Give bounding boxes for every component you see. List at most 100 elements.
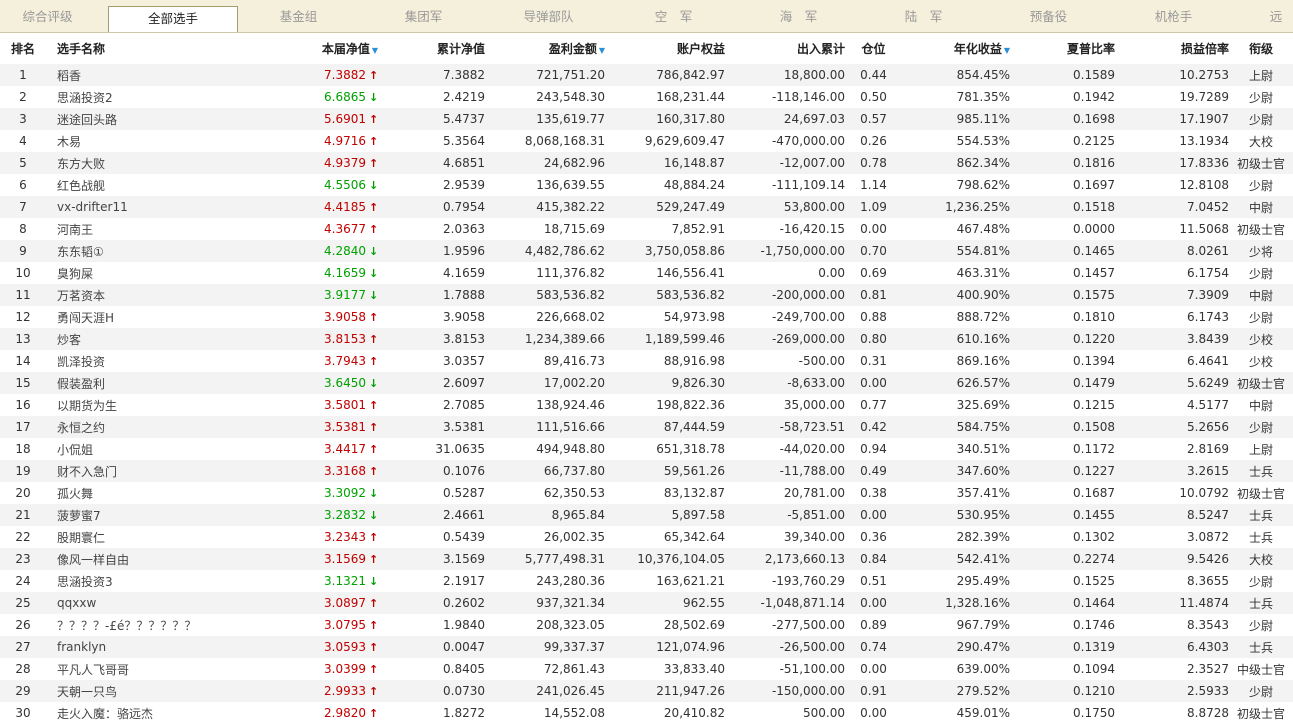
table-row[interactable]: 25 qqxxw 3.0897 ↑ 0.2602 937,321.34 962.55 -1,0… xyxy=(0,592,1293,614)
table-row[interactable]: 27 franklyn 3.0593 ↑ 0.0047 99,337.37 121,074.… xyxy=(0,636,1293,658)
tab-5[interactable]: 空 军 xyxy=(611,0,736,32)
column-header-4[interactable]: 盈利金额 ▼ xyxy=(485,33,605,64)
player-name-cell[interactable]: 以期货为生 xyxy=(46,394,196,416)
player-name-cell[interactable]: 思涵投资3 xyxy=(46,570,196,592)
table-row[interactable]: 7 vx-drifter11 4.4185 ↑ 0.7954 415,382.22 529,… xyxy=(0,196,1293,218)
table-row[interactable]: 1 稻香 7.3882 ↑ 7.3882 721,751.20 786,842.97 18,8… xyxy=(0,64,1293,86)
player-name-cell[interactable]: 臭狗屎 xyxy=(46,262,196,284)
player-name-cell[interactable]: 像风一样自由 xyxy=(46,548,196,570)
player-name-cell[interactable]: 天朝一只鸟 xyxy=(46,680,196,702)
table-row[interactable]: 4 木易 4.9716 ↑ 5.3564 8,068,168.31 9,629,609.47… xyxy=(0,130,1293,152)
player-name-cell[interactable]: 炒客 xyxy=(46,328,196,350)
column-header-1[interactable]: 选手名称 xyxy=(46,33,196,64)
column-header-9[interactable]: 夏普比率 xyxy=(1010,33,1115,64)
rank-title-cell: 初级士官 xyxy=(1236,486,1285,501)
tab-6[interactable]: 海 军 xyxy=(736,0,861,32)
player-name-cell[interactable]: 孤火舞 xyxy=(46,482,196,504)
player-name-cell[interactable]: vx-drifter11 xyxy=(46,196,196,218)
net-flow-cell: -200,000.00 xyxy=(725,284,845,306)
player-name-cell[interactable]: 河南王 xyxy=(46,218,196,240)
player-name-cell[interactable]: 稻香 xyxy=(46,64,196,86)
player-name-cell[interactable]: 木易 xyxy=(46,130,196,152)
player-name-cell[interactable]: 迷途回头路 xyxy=(46,108,196,130)
table-row[interactable]: 21 菠萝蜜7 3.2832 ↓ 2.4661 8,965.84 5,897.58 -5,85… xyxy=(0,504,1293,526)
player-name-cell[interactable]: 万茗资本 xyxy=(46,284,196,306)
player-name-cell[interactable]: ？？？？-£é？？？？？？2 xyxy=(46,614,196,636)
table-row[interactable]: 14 凯泽投资 3.7943 ↑ 3.0357 89,416.73 88,916.98 -50… xyxy=(0,350,1293,372)
column-header-5[interactable]: 账户权益 xyxy=(605,33,725,64)
table-row[interactable]: 30 走火入魔：骆远杰 2.9820 ↑ 1.8272 14,552.08 20,410.8… xyxy=(0,702,1293,724)
tab-10[interactable]: 远 xyxy=(1236,0,1293,32)
player-name-cell[interactable]: 勇闯天涯H xyxy=(46,306,196,328)
tab-9[interactable]: 机枪手 xyxy=(1111,0,1236,32)
sharpe-cell: 0.1094 xyxy=(1073,662,1115,676)
table-row[interactable]: 2 思涵投资2 6.6865 ↓ 2.4219 243,548.30 168,231.44-… xyxy=(0,86,1293,108)
table-row[interactable]: 29 天朝一只鸟 2.9933 ↑ 0.0730 241,026.45 211,947.26… xyxy=(0,680,1293,702)
column-header-10[interactable]: 损益倍率 xyxy=(1115,33,1229,64)
table-row[interactable]: 12 勇闯天涯H 3.9058 ↑ 3.9058 226,668.02 54,973.98-… xyxy=(0,306,1293,328)
player-name-cell[interactable]: franklyn xyxy=(46,636,196,658)
sort-desc-icon[interactable]: ▼ xyxy=(599,46,605,55)
player-name-cell[interactable]: 东方大败 xyxy=(46,152,196,174)
table-row[interactable]: 10 臭狗屎 4.1659 ↓ 4.1659 111,376.82 146,556.41 0.… xyxy=(0,262,1293,284)
player-name-cell[interactable]: 财不入急门 xyxy=(46,460,196,482)
table-row[interactable]: 23 像风一样自由 3.1569 ↑ 3.1569 5,777,498.31 10,376,… xyxy=(0,548,1293,570)
player-name-cell[interactable]: 思涵投资2 xyxy=(46,86,196,108)
tab-2[interactable]: 基金组 xyxy=(236,0,361,32)
equity-cell: 54,973.98 xyxy=(663,310,725,324)
table-row[interactable]: 28 平凡人飞哥哥 3.0399 ↑ 0.8405 72,861.43 33,833.40-… xyxy=(0,658,1293,680)
position-cell: 0.31 xyxy=(860,354,887,368)
profit-cell: 89,416.73 xyxy=(543,354,605,368)
tab-3[interactable]: 集团军 xyxy=(361,0,486,32)
table-row[interactable]: 24 思涵投资3 3.1321 ↓ 2.1917 243,280.36 163,621.21… xyxy=(0,570,1293,592)
table-row[interactable]: 17 永恒之约 3.5381 ↑ 3.5381 111,516.66 87,444.59 -5… xyxy=(0,416,1293,438)
player-name-cell[interactable]: 东东韬① xyxy=(46,240,196,262)
annual-return-cell: 467.48% xyxy=(956,222,1010,236)
table-row[interactable]: 15 假装盈利 3.6450 ↓ 2.6097 17,002.20 9,826.30 -8,6… xyxy=(0,372,1293,394)
player-name-cell[interactable]: 永恒之约 xyxy=(46,416,196,438)
player-name-cell[interactable]: 假装盈利 xyxy=(46,372,196,394)
column-header-0[interactable]: 排名 xyxy=(0,33,46,64)
tab-4[interactable]: 导弹部队 xyxy=(486,0,611,32)
table-row[interactable]: 3 迷途回头路 5.6901 ↑ 5.4737 135,619.77 160,317.80 2… xyxy=(0,108,1293,130)
table-row[interactable]: 13 炒客 3.8153 ↑ 3.8153 1,234,389.66 1,189,599.4… xyxy=(0,328,1293,350)
column-header-8[interactable]: 年化收益 ▼ xyxy=(902,33,1010,64)
column-header-2[interactable]: 本届净值 ▼ xyxy=(196,33,378,64)
table-row[interactable]: 20 孤火舞 3.3092 ↓ 0.5287 62,350.53 83,132.87 20,7… xyxy=(0,482,1293,504)
player-name-cell[interactable]: 小侃姐 xyxy=(46,438,196,460)
profit-cell: 8,068,168.31 xyxy=(524,134,605,148)
current-nav-value: 3.2343 xyxy=(324,530,366,544)
player-name-cell[interactable]: qqxxw xyxy=(46,592,196,614)
profit-cell: 243,280.36 xyxy=(536,574,605,588)
table-row[interactable]: 11 万茗资本 3.9177 ↓ 1.7888 583,536.82 583,536.82-… xyxy=(0,284,1293,306)
equity-cell: 651,318.78 xyxy=(656,442,725,456)
player-name-cell[interactable]: 走火入魔：骆远杰 xyxy=(46,702,196,724)
table-row[interactable]: 26 ？？？？-£é？？？？？？2 3.0795 ↑ 1.9840 208,323.05 2… xyxy=(0,614,1293,636)
player-name-cell[interactable]: 股期寰仁 xyxy=(46,526,196,548)
table-row[interactable]: 22 股期寰仁 3.2343 ↑ 0.5439 26,002.35 65,342.64 39,… xyxy=(0,526,1293,548)
current-nav-value: 2.9933 xyxy=(324,684,366,698)
table-row[interactable]: 18 小侃姐 3.4417 ↑ 31.0635 494,948.80 651,318.78-… xyxy=(0,438,1293,460)
current-nav-value: 3.0593 xyxy=(324,640,366,654)
tab-7[interactable]: 陆 军 xyxy=(861,0,986,32)
tab-0[interactable]: 综合评级 xyxy=(0,0,95,32)
column-header-6[interactable]: 出入累计 xyxy=(725,33,845,64)
column-header-3[interactable]: 累计净值 xyxy=(378,33,485,64)
table-row[interactable]: 8 河南王 4.3677 ↑ 2.0363 18,715.69 7,852.91 -16,42… xyxy=(0,218,1293,240)
player-name-cell[interactable]: 菠萝蜜7 xyxy=(46,504,196,526)
tab-8[interactable]: 预备役 xyxy=(986,0,1111,32)
table-row[interactable]: 9 东东韬① 4.2840 ↓ 1.9596 4,482,786.62 3,750,058.… xyxy=(0,240,1293,262)
column-header-11[interactable]: 衔级 xyxy=(1229,33,1293,64)
table-row[interactable]: 5 东方大败 4.9379 ↑ 4.6851 24,682.96 16,148.87 -12,… xyxy=(0,152,1293,174)
tab-1[interactable]: 全部选手 xyxy=(108,6,238,32)
current-nav-value: 4.4185 xyxy=(324,200,366,214)
player-name-cell[interactable]: 凯泽投资 xyxy=(46,350,196,372)
table-row[interactable]: 16 以期货为生 3.5801 ↑ 2.7085 138,924.46 198,822.36… xyxy=(0,394,1293,416)
player-name-cell[interactable]: 红色战舰 xyxy=(46,174,196,196)
column-header-7[interactable]: 仓位 xyxy=(845,33,902,64)
sort-desc-icon[interactable]: ▼ xyxy=(1004,46,1010,55)
table-row[interactable]: 19 财不入急门 3.3168 ↑ 0.1076 66,737.80 59,561.26 -1… xyxy=(0,460,1293,482)
player-name-cell[interactable]: 平凡人飞哥哥 xyxy=(46,658,196,680)
sort-desc-icon[interactable]: ▼ xyxy=(372,46,378,55)
table-row[interactable]: 6 红色战舰 4.5506 ↓ 2.9539 136,639.55 48,884.24 -11… xyxy=(0,174,1293,196)
